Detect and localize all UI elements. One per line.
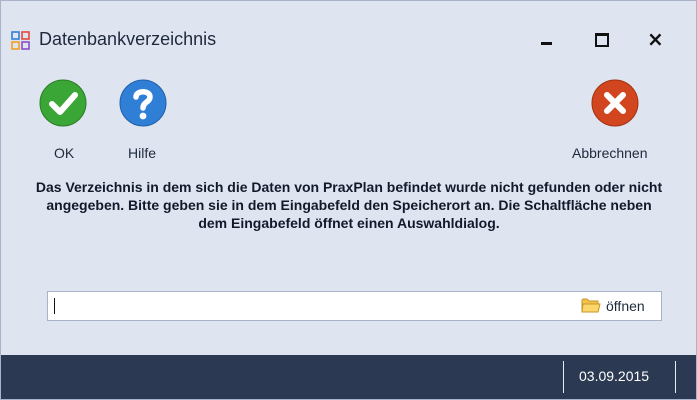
close-button[interactable]: × [635, 23, 675, 57]
close-icon: × [647, 27, 664, 51]
checkmark-icon [39, 79, 87, 127]
text-caret [54, 298, 55, 314]
status-date: 03.09.2015 [579, 368, 650, 384]
path-input[interactable] [48, 292, 568, 320]
open-folder-button[interactable]: öffnen [581, 294, 661, 318]
question-mark-icon [119, 79, 167, 127]
info-message: Das Verzeichnis in dem sich die Daten vo… [35, 179, 663, 231]
title-bar: Datenbankverzeichnis × [1, 1, 696, 69]
path-field-container: öffnen [47, 291, 662, 321]
dialog-window: Datenbankverzeichnis × OK Hilfe Abbrechn… [0, 0, 697, 400]
help-button[interactable]: Hilfe [111, 79, 181, 169]
ok-label: OK [54, 145, 75, 161]
folder-icon [581, 298, 601, 313]
minimize-button[interactable] [527, 23, 567, 57]
maximize-button[interactable] [582, 23, 622, 57]
help-label: Hilfe [128, 145, 157, 161]
status-bar: 03.09.2015 [1, 355, 696, 399]
minimize-icon [541, 42, 552, 45]
maximize-icon [595, 33, 609, 47]
cancel-label: Abbrechnen [572, 145, 648, 161]
open-label: öffnen [606, 298, 645, 314]
cancel-x-icon [591, 79, 639, 127]
cancel-button[interactable]: Abbrechnen [571, 79, 671, 169]
ok-button[interactable]: OK [27, 79, 97, 169]
window-title: Datenbankverzeichnis [39, 29, 217, 49]
status-divider [675, 361, 676, 393]
status-divider [563, 361, 564, 393]
app-grid-icon [11, 31, 30, 50]
